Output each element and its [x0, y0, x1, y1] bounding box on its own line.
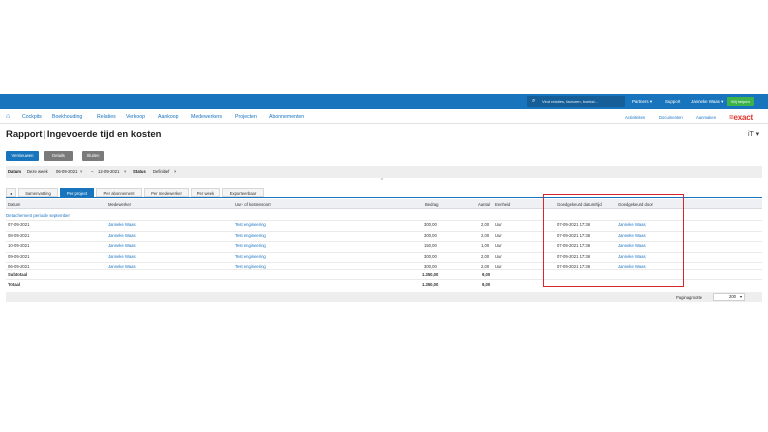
create-link[interactable]: Aanmaken	[696, 115, 716, 120]
cell-employee[interactable]: Janneke Waas	[108, 254, 136, 259]
tab-prev-icon[interactable]: ◂	[6, 188, 16, 197]
partners-menu[interactable]: Partners ▾	[632, 99, 652, 105]
collapse-chevron-icon[interactable]: ⌃	[380, 178, 384, 184]
tab-per-medewerker[interactable]: Per medewerker	[144, 188, 189, 197]
close-button[interactable]: Sluiten	[82, 151, 104, 161]
cell-unit: Uur	[495, 232, 502, 238]
total-quantity: 9,00	[482, 282, 491, 287]
col-header-amount[interactable]: Bedrag	[425, 202, 439, 207]
cell-date: 10-09-2021	[8, 243, 30, 248]
cell-cost-type[interactable]: Test engineering	[235, 254, 266, 259]
remove-date-from-icon[interactable]: ×	[80, 169, 82, 174]
company-name: 0 - Success Consult SA	[4, 3, 83, 12]
col-header-date[interactable]: Datum	[8, 202, 20, 207]
col-header-unit[interactable]: Eenheid	[495, 202, 510, 207]
cell-cost-type[interactable]: Test engineering	[235, 243, 266, 248]
subtotal-quantity: 9,00	[482, 272, 491, 277]
refresh-button[interactable]: Vernieuwen	[6, 151, 39, 161]
remove-status-icon[interactable]: ×	[174, 169, 176, 174]
filter-date-from[interactable]: 06-09-2021	[56, 169, 77, 174]
company-selector[interactable]: 0 - Success Consult SA ▾	[4, 3, 87, 12]
chevron-down-icon: ▾	[739, 294, 742, 299]
filter-status-value[interactable]: Definitief	[153, 169, 169, 174]
exact-logo: =exact	[729, 113, 753, 122]
global-search[interactable]: ⌕ Vind relaties, facturen, boekst...	[527, 96, 625, 107]
cell-amount: 300,00	[424, 222, 437, 227]
col-header-cost-type[interactable]: Uur- of kostensoort	[235, 202, 271, 207]
col-header-quantity[interactable]: Aantal	[478, 202, 490, 207]
menu-item-cockpits[interactable]: Cockpits	[22, 114, 42, 120]
page-title: Rapport|Ingevoerde tijd en kosten	[6, 129, 161, 140]
page-size-value: 200	[729, 294, 736, 299]
cell-unit: Uur	[495, 253, 502, 259]
activities-link[interactable]: Activiteiten	[625, 115, 645, 120]
home-icon[interactable]: ⌂	[6, 113, 10, 120]
it-menu[interactable]: iT ▾	[748, 130, 759, 138]
search-icon: ⌕	[532, 98, 536, 104]
filter-status-label: Status	[133, 169, 146, 174]
cell-employee[interactable]: Janneke Waas	[108, 233, 136, 238]
tab-per-week[interactable]: Per week	[191, 188, 220, 197]
top-bar	[0, 94, 768, 109]
cell-quantity: 2,00	[481, 232, 490, 238]
highlight-box	[543, 194, 684, 287]
menu-item-abonnementen[interactable]: Abonnementen	[269, 114, 304, 120]
remove-date-to-icon[interactable]: ×	[124, 169, 126, 174]
cell-unit: Uur	[495, 222, 502, 227]
tab-per-project[interactable]: Per project	[60, 188, 94, 197]
group-label[interactable]: Detachement periode september	[6, 213, 70, 218]
tab-per-abonnement[interactable]: Per abonnement	[96, 188, 142, 197]
pagination-bar	[6, 292, 762, 302]
tab-samenvatting[interactable]: Samenvatting	[18, 188, 58, 197]
filter-date-label: Datum	[8, 169, 22, 174]
documents-link[interactable]: Documenten	[659, 115, 683, 120]
cell-date: 09-09-2021	[8, 253, 30, 259]
title-name: Ingevoerde tijd en kosten	[46, 129, 162, 140]
help-button[interactable]: Wij helpen	[727, 97, 754, 106]
cell-employee[interactable]: Janneke Waas	[108, 222, 136, 227]
cell-employee[interactable]: Janneke Waas	[108, 243, 136, 248]
col-header-employee[interactable]: Medewerker	[108, 202, 131, 207]
support-link[interactable]: Support	[665, 99, 680, 104]
cell-quantity: 2,00	[481, 222, 490, 227]
page-size-label: Paginagrootte	[676, 295, 703, 300]
filter-date-separator: –	[91, 169, 94, 174]
cell-amount: 150,00	[424, 243, 437, 248]
chevron-down-icon: ▾	[84, 6, 88, 12]
cell-unit: Uur	[495, 243, 502, 248]
title-report: Rapport	[6, 129, 43, 140]
cell-cost-type[interactable]: Test engineering	[235, 222, 266, 227]
search-input[interactable]: Vind relaties, facturen, boekst...	[542, 99, 598, 104]
cell-cost-type[interactable]: Test engineering	[235, 233, 266, 238]
cell-quantity: 2,00	[481, 253, 490, 259]
menu-item-relaties[interactable]: Relaties	[97, 114, 116, 120]
cell-amount: 300,00	[424, 253, 437, 259]
menu-item-boekhouding[interactable]: Boekhouding	[52, 114, 82, 120]
filter-date-to[interactable]: 12-09-2021	[98, 169, 119, 174]
menu-item-aankoop[interactable]: Aankoop	[158, 114, 178, 120]
cell-date: 07-09-2021	[8, 222, 30, 227]
tab-exporteerbaar[interactable]: Exporteerbaar	[222, 188, 264, 197]
menu-item-projecten[interactable]: Projecten	[235, 114, 257, 120]
user-menu[interactable]: Janneke Waas ▾	[691, 99, 723, 105]
cell-quantity: 1,00	[481, 243, 490, 248]
menu-item-verkoop[interactable]: Verkoop	[126, 114, 145, 120]
page-size-select[interactable]: 200 ▾	[713, 293, 745, 301]
cell-amount: 300,00	[424, 232, 437, 238]
menu-item-medewerkers[interactable]: Medewerkers	[191, 114, 222, 120]
details-button[interactable]: Details	[44, 151, 73, 161]
subtotal-amount: 1.350,00	[422, 272, 439, 277]
total-amount: 1.350,00	[422, 282, 439, 287]
filter-date-value[interactable]: Deze week	[27, 169, 48, 174]
total-label: Totaal	[8, 282, 21, 287]
subtotal-label: Subtotaal	[8, 272, 28, 277]
cell-date: 08-09-2021	[8, 232, 30, 238]
title-separator: |	[43, 129, 46, 140]
